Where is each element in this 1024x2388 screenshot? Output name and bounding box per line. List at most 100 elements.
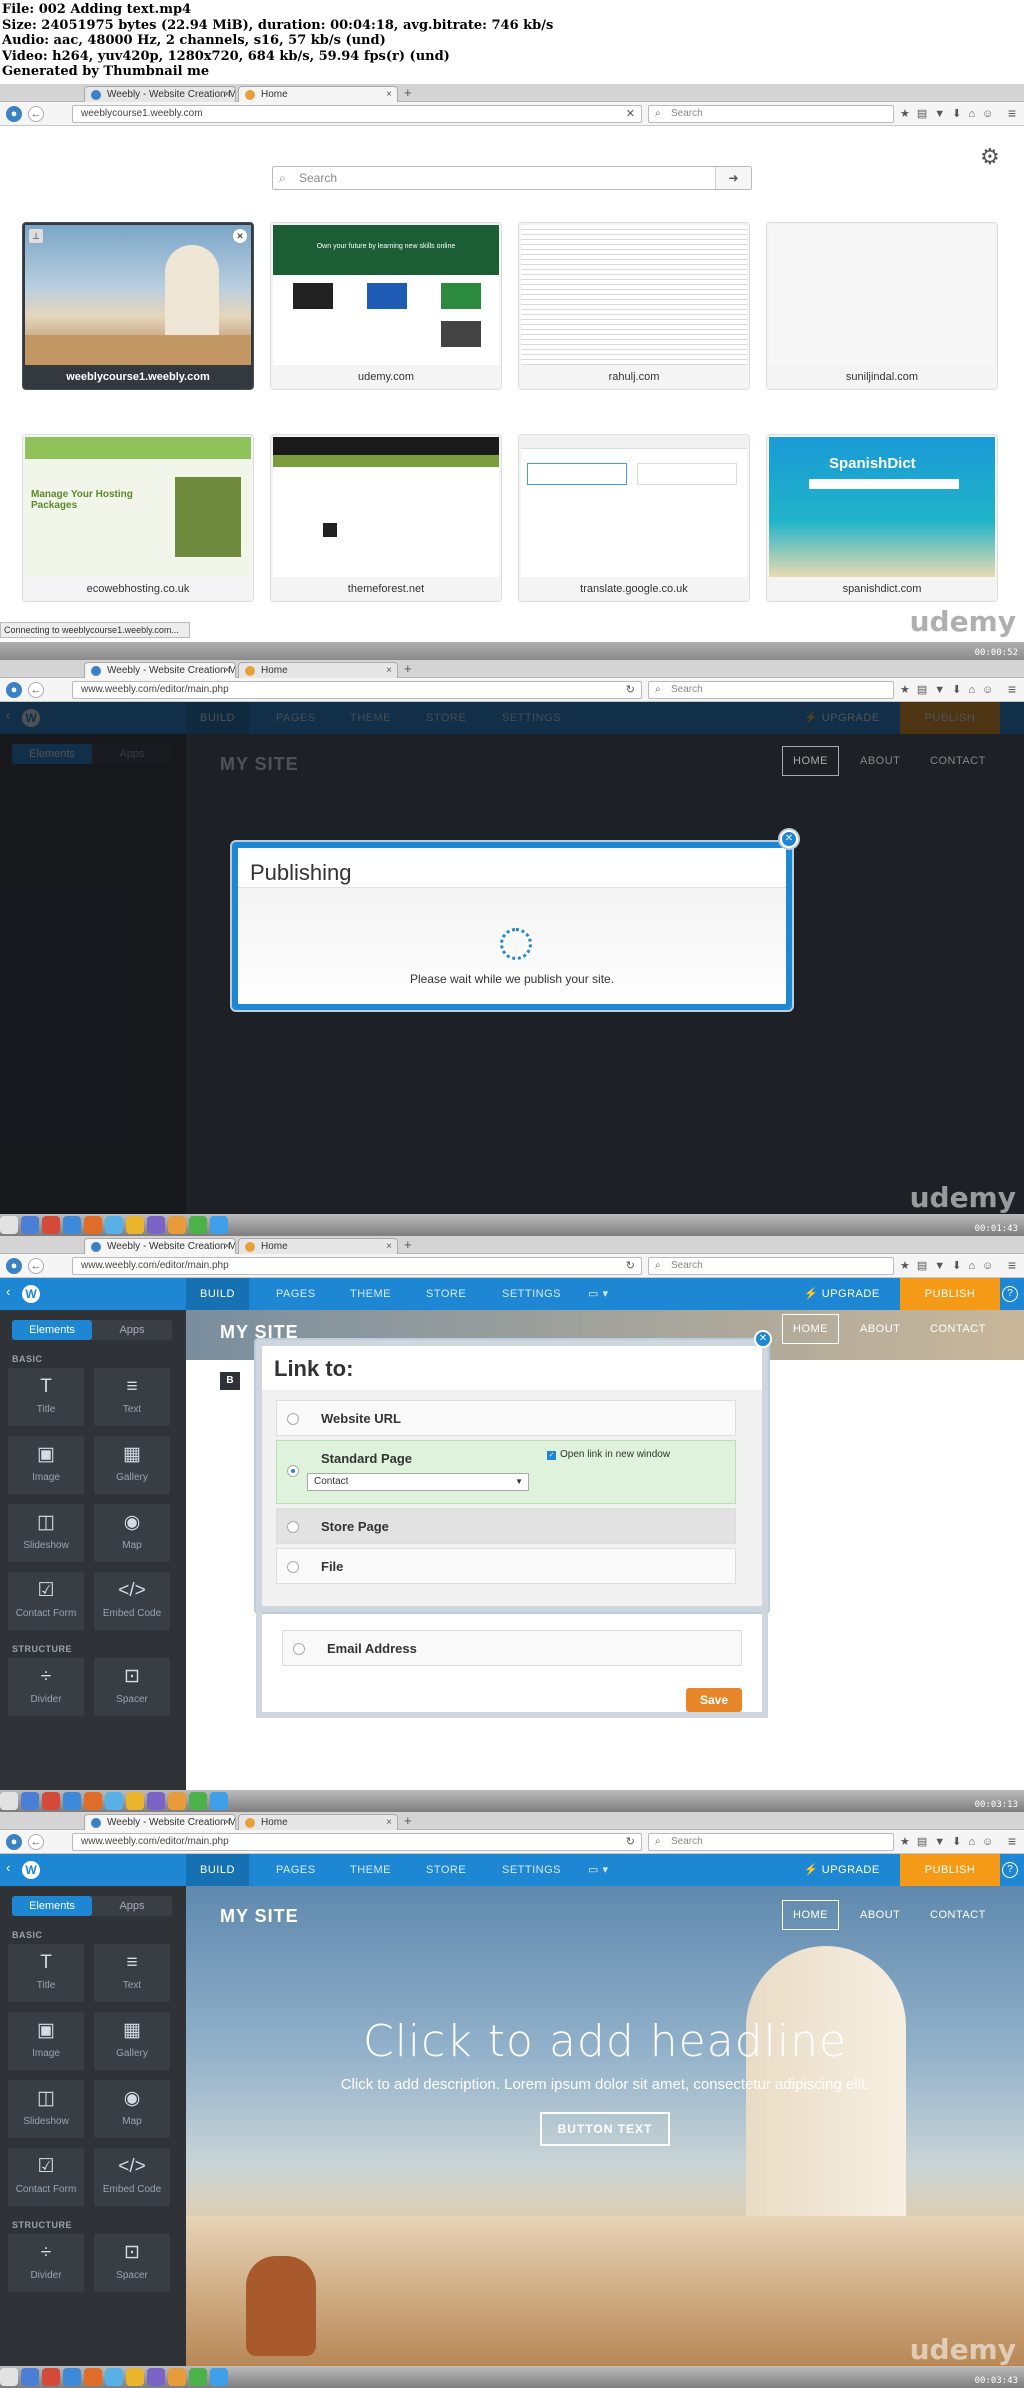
option-standard-page[interactable]: Standard Page ✓ Open link in new window C… bbox=[276, 1440, 736, 1504]
nav-theme[interactable]: THEME bbox=[350, 1854, 391, 1886]
radio-button[interactable] bbox=[287, 1521, 299, 1533]
close-tab-icon[interactable]: × bbox=[386, 87, 392, 102]
page-select[interactable]: Contact ▼ bbox=[307, 1473, 529, 1491]
close-tab-icon[interactable]: × bbox=[386, 1239, 392, 1254]
element-title[interactable]: T Title bbox=[8, 1944, 84, 2002]
element-title[interactable]: T Title bbox=[8, 1368, 84, 1426]
element-spacer[interactable]: ⊡ Spacer bbox=[94, 1658, 170, 1716]
reload-icon[interactable]: ↻ bbox=[626, 1258, 635, 1274]
top-site-tile[interactable]: suniljindal.com bbox=[766, 222, 998, 390]
element-gallery[interactable]: ▦ Gallery bbox=[94, 1436, 170, 1494]
back-icon[interactable]: ← bbox=[28, 1834, 44, 1850]
top-site-tile[interactable]: ⊥ ✕ weeblycourse1.weebly.com bbox=[22, 222, 254, 390]
close-tile-icon[interactable]: ✕ bbox=[233, 229, 247, 243]
nav-build[interactable]: BUILD bbox=[186, 1854, 249, 1886]
option-email-address[interactable]: Email Address bbox=[282, 1630, 742, 1666]
close-tab-icon[interactable]: × bbox=[386, 663, 392, 678]
element-divider[interactable]: ÷ Divider bbox=[8, 2234, 84, 2292]
tab-weebly[interactable]: Weebly - Website Creation M... × bbox=[84, 1238, 236, 1254]
element-contact-form[interactable]: ☑ Contact Form bbox=[8, 2148, 84, 2206]
top-site-tile[interactable]: themeforest.net bbox=[270, 434, 502, 602]
url-bar[interactable]: www.weebly.com/editor/main.php ↻ bbox=[72, 1833, 642, 1851]
close-tab-icon[interactable]: × bbox=[224, 1815, 230, 1830]
nav-theme[interactable]: THEME bbox=[350, 1278, 391, 1310]
device-preview-icon[interactable]: ▭ ▾ bbox=[588, 1278, 608, 1310]
upgrade-link[interactable]: ⚡ UPGRADE bbox=[804, 1854, 880, 1886]
element-map[interactable]: ◉ Map bbox=[94, 1504, 170, 1562]
close-modal-icon[interactable]: ✕ bbox=[754, 1330, 772, 1348]
element-image[interactable]: ▣ Image bbox=[8, 1436, 84, 1494]
element-text[interactable]: ≡ Text bbox=[94, 1368, 170, 1426]
site-nav-about[interactable]: ABOUT bbox=[860, 1314, 900, 1344]
site-nav-contact[interactable]: CONTACT bbox=[930, 1900, 986, 1930]
tab-home[interactable]: Home × bbox=[238, 1814, 398, 1830]
back-chevron-icon[interactable]: ‹ bbox=[6, 1284, 10, 1299]
url-bar[interactable]: www.weebly.com/editor/main.php ↻ bbox=[72, 1257, 642, 1275]
nav-pages[interactable]: PAGES bbox=[276, 1278, 316, 1310]
back-icon[interactable]: ← bbox=[28, 1258, 44, 1274]
search-input[interactable]: Search bbox=[648, 681, 894, 699]
bold-button[interactable]: B bbox=[220, 1372, 240, 1390]
radio-button[interactable] bbox=[293, 1643, 305, 1655]
nav-pages[interactable]: PAGES bbox=[276, 1854, 316, 1886]
top-site-tile[interactable]: SpanishDict spanishdict.com bbox=[766, 434, 998, 602]
save-button[interactable]: Save bbox=[686, 1688, 742, 1712]
open-new-window-checkbox[interactable]: ✓ Open link in new window bbox=[547, 1449, 670, 1460]
close-tab-icon[interactable]: × bbox=[224, 87, 230, 102]
site-title[interactable]: MY SITE bbox=[220, 1906, 299, 1927]
tab-elements[interactable]: Elements bbox=[12, 1896, 92, 1916]
publish-button[interactable]: PUBLISH bbox=[900, 1278, 1000, 1310]
tab-elements[interactable]: Elements bbox=[12, 1320, 92, 1340]
option-website-url[interactable]: Website URL bbox=[276, 1400, 736, 1436]
element-slideshow[interactable]: ◫ Slideshow bbox=[8, 1504, 84, 1562]
menu-icon[interactable]: ≡ bbox=[1008, 1257, 1016, 1273]
url-bar[interactable]: weeblycourse1.weebly.com ✕ bbox=[72, 105, 642, 123]
device-preview-icon[interactable]: ▭ ▾ bbox=[588, 1854, 608, 1886]
hero-button[interactable]: BUTTON TEXT bbox=[540, 2112, 670, 2146]
hero-headline[interactable]: Click to add headline bbox=[186, 2016, 1024, 2067]
nav-store[interactable]: STORE bbox=[426, 1278, 466, 1310]
nav-store[interactable]: STORE bbox=[426, 1854, 466, 1886]
hero-description[interactable]: Click to add description. Lorem ipsum do… bbox=[186, 2076, 1024, 2093]
tab-home[interactable]: Home × bbox=[238, 662, 398, 678]
element-image[interactable]: ▣ Image bbox=[8, 2012, 84, 2070]
gear-icon[interactable]: ⚙ bbox=[980, 144, 1000, 170]
tab-weebly[interactable]: Weebly - Website Creation M... × bbox=[84, 662, 236, 678]
weebly-logo-icon[interactable]: W bbox=[22, 1285, 40, 1303]
top-site-tile[interactable]: Manage Your Hosting Packages ecowebhosti… bbox=[22, 434, 254, 602]
element-text[interactable]: ≡ Text bbox=[94, 1944, 170, 2002]
top-site-tile[interactable]: rahulj.com bbox=[518, 222, 750, 390]
pin-icon[interactable]: ⊥ bbox=[29, 229, 43, 243]
menu-icon[interactable]: ≡ bbox=[1008, 681, 1016, 697]
publish-button[interactable]: PUBLISH bbox=[900, 1854, 1000, 1886]
new-tab-icon[interactable]: + bbox=[404, 1814, 412, 1828]
top-site-tile[interactable]: Own your future by learning new skills o… bbox=[270, 222, 502, 390]
radio-button[interactable] bbox=[287, 1413, 299, 1425]
menu-icon[interactable]: ≡ bbox=[1008, 105, 1016, 121]
element-contact-form[interactable]: ☑ Contact Form bbox=[8, 1572, 84, 1630]
element-embed-code[interactable]: </> Embed Code bbox=[94, 1572, 170, 1630]
help-icon[interactable]: ? bbox=[1002, 1286, 1018, 1302]
new-tab-search[interactable]: ⌕ Search ➜ bbox=[272, 166, 752, 190]
site-nav-contact[interactable]: CONTACT bbox=[930, 1314, 986, 1344]
search-input[interactable]: Search bbox=[648, 1257, 894, 1275]
upgrade-link[interactable]: ⚡ UPGRADE bbox=[804, 1278, 880, 1310]
tab-home[interactable]: Home × bbox=[238, 1238, 398, 1254]
go-arrow-icon[interactable]: ➜ bbox=[715, 167, 751, 189]
new-tab-icon[interactable]: + bbox=[404, 662, 412, 676]
back-chevron-icon[interactable]: ‹ bbox=[6, 1860, 10, 1875]
element-divider[interactable]: ÷ Divider bbox=[8, 1658, 84, 1716]
toolbar-icons[interactable]: ★▤▼⬇⌂☺ bbox=[900, 107, 1000, 120]
reload-icon[interactable]: ↻ bbox=[626, 1834, 635, 1850]
top-site-tile[interactable]: translate.google.co.uk bbox=[518, 434, 750, 602]
nav-build[interactable]: BUILD bbox=[186, 1278, 249, 1310]
nav-settings[interactable]: SETTINGS bbox=[502, 1854, 561, 1886]
option-file[interactable]: File bbox=[276, 1548, 736, 1584]
stop-icon[interactable]: ✕ bbox=[626, 106, 635, 122]
element-slideshow[interactable]: ◫ Slideshow bbox=[8, 2080, 84, 2138]
element-embed-code[interactable]: </> Embed Code bbox=[94, 2148, 170, 2206]
site-nav-home[interactable]: HOME bbox=[782, 1314, 839, 1344]
element-gallery[interactable]: ▦ Gallery bbox=[94, 2012, 170, 2070]
site-nav-about[interactable]: ABOUT bbox=[860, 1900, 900, 1930]
element-map[interactable]: ◉ Map bbox=[94, 2080, 170, 2138]
